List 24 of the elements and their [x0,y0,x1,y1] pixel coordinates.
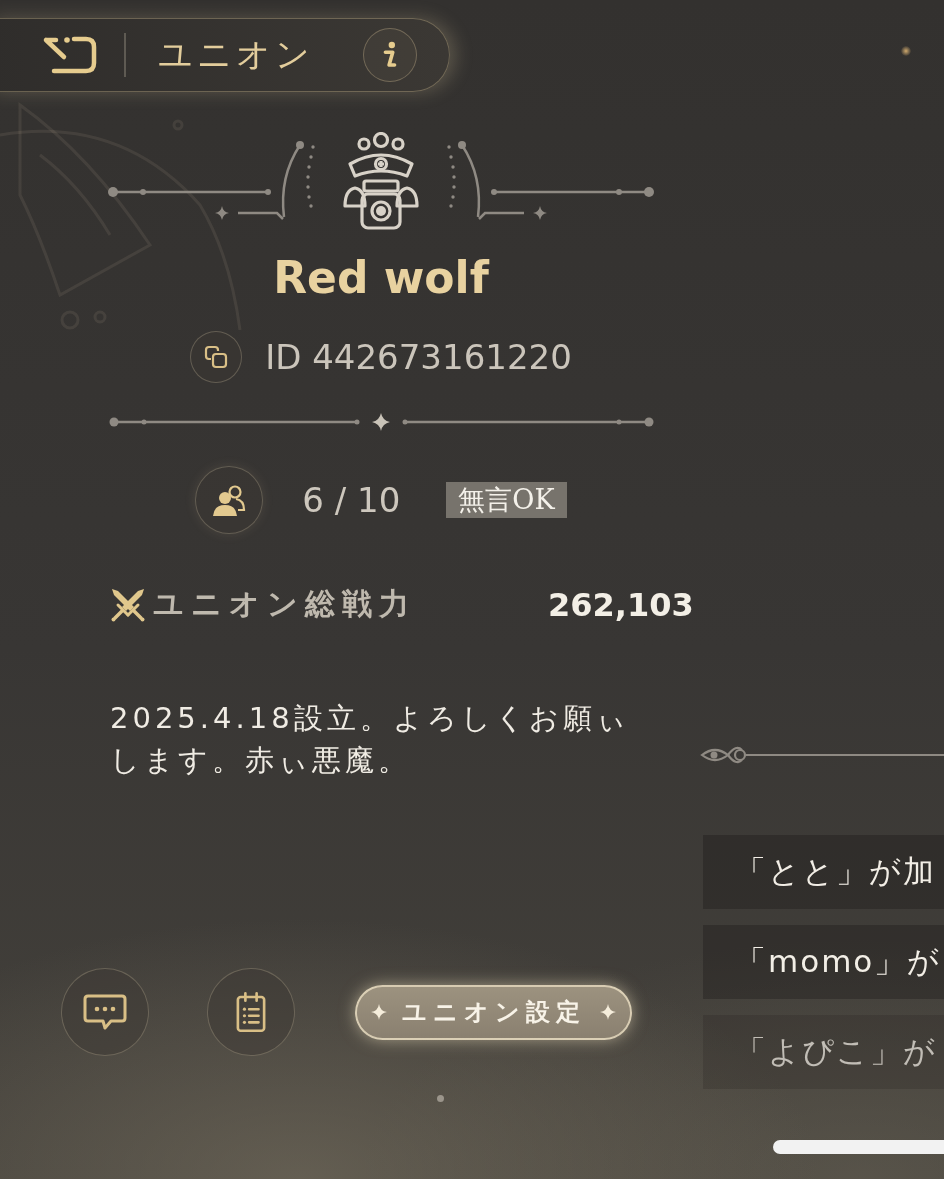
page-dot-icon [437,1095,444,1102]
info-button[interactable] [363,28,417,82]
union-id: ID 442673161220 [265,337,572,377]
activity-entry: 「よぴこ」が [703,1015,944,1089]
header-title: ユニオン [158,33,314,76]
member-count: 6 / 10 [302,480,401,520]
speech-bubble-icon [83,993,127,1031]
power-value: 262,103 [548,585,695,624]
union-name: Red wolf [273,252,489,304]
activity-entry: 「とと」が加 [703,835,944,909]
crossed-swords-icon [110,586,146,623]
sparkle-icon [371,1004,387,1020]
copy-icon [204,345,229,369]
activity-entry: 「momo」が [703,925,944,999]
light-particle-icon [901,46,911,56]
members-icon [212,483,247,517]
settings-button[interactable]: ユニオン設定 [355,984,632,1040]
crest-icon [340,132,422,232]
sparkle-icon [600,1004,616,1020]
clipboard-icon [236,991,266,1033]
tag: 無言OK [446,482,567,518]
power-label: ユニオン総戦力 [153,585,416,623]
union-description: 2025.4.18設立。よろしくお願ぃします。赤ぃ悪魔。 [110,700,631,779]
copy-button[interactable] [190,331,243,383]
